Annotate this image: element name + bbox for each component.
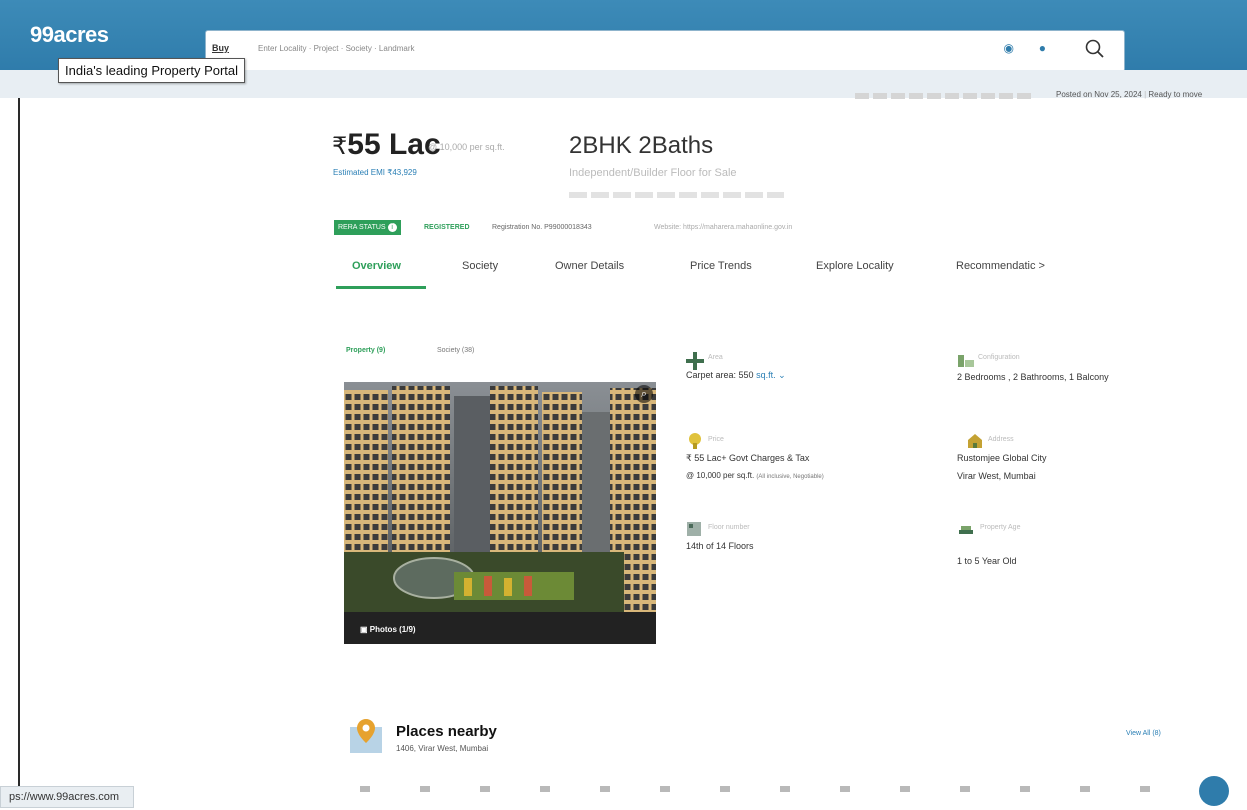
microphone-icon[interactable]: ● xyxy=(1039,41,1046,55)
floor-value: 14th of 14 Floors xyxy=(686,541,754,551)
tab-recommendations[interactable]: Recommendatic > xyxy=(956,260,1045,272)
bed-icon xyxy=(958,355,974,367)
rupee-symbol: ₹ xyxy=(332,133,348,160)
price: ₹55 Lac xyxy=(332,128,441,162)
age-value: 1 to 5 Year Old xyxy=(957,556,1017,566)
carpet-area: Carpet area: 550 xyxy=(686,370,754,380)
address-line1: Rustomjee Global City xyxy=(957,453,1047,463)
posted-on-text: Posted on Nov 25, 2024 xyxy=(1056,90,1142,99)
price-label: Price xyxy=(708,436,724,443)
price-detail-sub: @ 10,000 per sq.ft. (All inclusive, Nego… xyxy=(686,471,824,480)
area-value: Carpet area: 550 sq.ft. ⌄ xyxy=(686,370,786,381)
property-age-icon xyxy=(959,526,973,534)
chevron-down-icon[interactable]: ⌄ xyxy=(776,370,786,380)
tab-owner-details[interactable]: Owner Details xyxy=(555,260,624,272)
info-icon[interactable]: i xyxy=(387,223,397,232)
price-value: 55 Lac xyxy=(347,128,441,161)
area-label: Area xyxy=(708,354,723,361)
property-photo[interactable] xyxy=(344,382,656,644)
photos-count-label: Photos (1/9) xyxy=(369,625,416,634)
tab-overview[interactable]: Overview xyxy=(352,260,401,272)
rera-badge-label: RERA STATUS xyxy=(338,224,386,231)
listing-subtitle: Independent/Builder Floor for Sale xyxy=(569,167,737,179)
gallery-tab-society[interactable]: Society (38) xyxy=(437,347,474,354)
price-note: (All inclusive, Negotiable) xyxy=(756,474,824,480)
address-icon xyxy=(968,434,982,448)
location-icon[interactable]: ◉ xyxy=(1004,41,1014,55)
search-icon[interactable] xyxy=(1084,38,1106,65)
area-unit-dropdown[interactable]: sq.ft. xyxy=(756,370,776,380)
floor-label: Floor number xyxy=(708,524,750,531)
config-label: Configuration xyxy=(978,354,1020,361)
tab-society[interactable]: Society xyxy=(462,260,498,272)
rera-registration: Registration No. P99000018343 xyxy=(492,224,592,231)
places-chips-row xyxy=(360,786,1160,792)
window-edge xyxy=(18,98,20,788)
places-nearby-title: Places nearby xyxy=(396,723,497,740)
price-per-sqft-detail: @ 10,000 per sq.ft. xyxy=(686,471,755,480)
emi-link[interactable]: Estimated EMI ₹43,929 xyxy=(333,168,417,177)
address-line2: Virar West, Mumbai xyxy=(957,471,1036,481)
listing-title: 2BHK 2Baths xyxy=(569,132,714,159)
site-logo[interactable]: 99acres xyxy=(30,22,109,48)
age-label: Property Age xyxy=(980,524,1021,531)
view-all-link[interactable]: View All (8) xyxy=(1126,730,1161,737)
building-image xyxy=(344,382,656,644)
price-detail-value: ₹ 55 Lac+ Govt Charges & Tax xyxy=(686,453,810,463)
buy-dropdown[interactable]: Buy xyxy=(212,43,229,53)
chat-button[interactable] xyxy=(1199,776,1229,806)
image-icon: ▣ xyxy=(360,625,370,634)
logo-tooltip: India's leading Property Portal xyxy=(58,58,246,83)
status-bar-url: ps://www.99acres.com xyxy=(0,786,135,808)
gallery-tab-property[interactable]: Property (9) xyxy=(346,347,385,354)
search-input[interactable]: Enter Locality · Project · Society · Lan… xyxy=(258,44,415,53)
rera-status: REGISTERED xyxy=(424,224,470,231)
map-pin-icon xyxy=(350,719,382,753)
possession-status: Ready to move xyxy=(1148,90,1203,99)
places-nearby-address: 1406, Virar West, Mumbai xyxy=(396,744,489,753)
tab-price-trends[interactable]: Price Trends xyxy=(690,260,752,272)
tab-explore-locality[interactable]: Explore Locality xyxy=(816,260,894,272)
posted-date: Posted on Nov 25, 2024 | Ready to move xyxy=(1056,90,1203,99)
active-tab-indicator xyxy=(336,286,426,289)
price-per-sqft: @ 10,000 per sq.ft. xyxy=(428,142,505,152)
search-bar[interactable]: Buy Enter Locality · Project · Society ·… xyxy=(205,30,1125,72)
section-tabs: Overview Society Owner Details Price Tre… xyxy=(336,252,1096,292)
rera-badge[interactable]: RERA STATUS i xyxy=(334,220,401,235)
photos-count[interactable]: ▣ Photos (1/9) xyxy=(360,625,416,634)
area-icon xyxy=(686,352,704,370)
price-tag-icon xyxy=(689,433,701,449)
config-value: 2 Bedrooms , 2 Bathrooms, 1 Balcony xyxy=(957,372,1109,382)
faint-breadcrumb xyxy=(855,93,1035,99)
floor-icon xyxy=(687,522,701,536)
page: 99acres Buy Enter Locality · Project · S… xyxy=(0,0,1247,810)
rera-website[interactable]: Website: https://maharera.mahaonline.gov… xyxy=(654,224,792,231)
faint-project-line xyxy=(569,192,784,198)
zoom-icon[interactable]: ⌕ xyxy=(635,385,653,403)
address-label: Address xyxy=(988,436,1014,443)
